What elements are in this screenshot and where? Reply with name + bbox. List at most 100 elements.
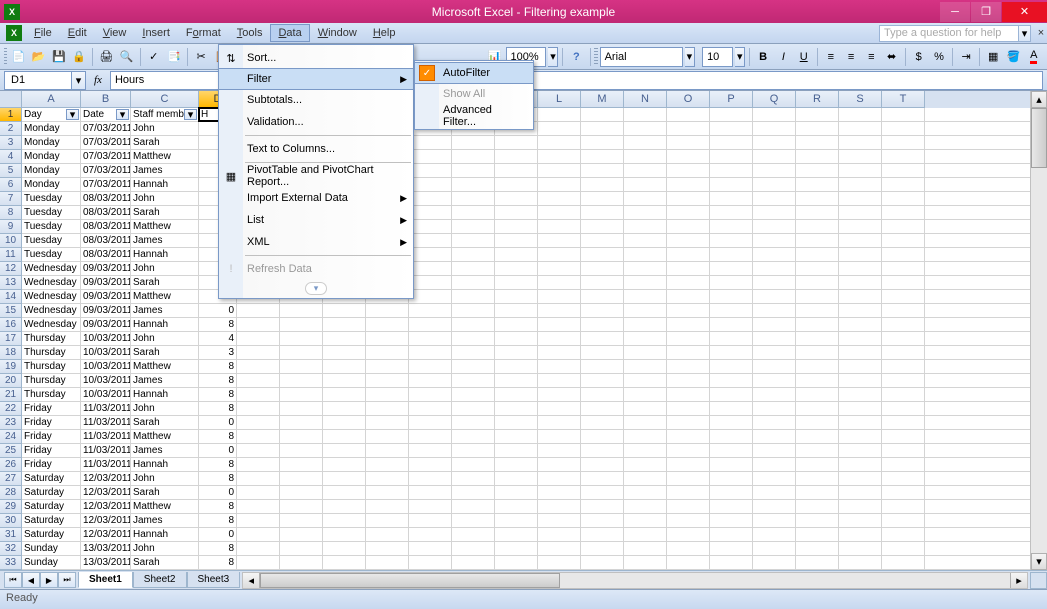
cell[interactable] [495,500,538,513]
cell[interactable]: Friday [22,416,81,429]
cell[interactable] [667,430,710,443]
cell[interactable]: 12/03/2011 [81,514,131,527]
cell[interactable] [753,150,796,163]
select-all-button[interactable] [0,91,22,108]
cell[interactable] [710,430,753,443]
cell[interactable] [366,444,409,457]
cell[interactable]: Thursday [22,388,81,401]
cell[interactable] [495,556,538,569]
cell[interactable] [667,486,710,499]
cell[interactable] [753,514,796,527]
cell[interactable]: 12/03/2011 [81,528,131,541]
cell[interactable] [538,514,581,527]
cell[interactable] [667,136,710,149]
row-header-30[interactable]: 30 [0,514,22,528]
cell[interactable] [667,500,710,513]
cell[interactable]: John [131,402,199,415]
cell[interactable] [796,514,839,527]
sheet-tab-sheet1[interactable]: Sheet1 [78,572,133,588]
cell[interactable]: 0 [199,486,237,499]
cell[interactable]: 11/03/2011 [81,430,131,443]
cell[interactable] [237,514,280,527]
row-header-17[interactable]: 17 [0,332,22,346]
cell[interactable]: Wednesday [22,318,81,331]
cell[interactable] [839,220,882,233]
cell[interactable] [624,430,667,443]
cell[interactable] [710,220,753,233]
header-cell[interactable]: Date▾ [81,108,131,121]
column-header-L[interactable]: L [538,91,581,108]
cell[interactable] [452,458,495,471]
cell[interactable] [624,388,667,401]
cell[interactable] [710,416,753,429]
cell[interactable] [667,248,710,261]
cell[interactable] [624,318,667,331]
row-header-7[interactable]: 7 [0,192,22,206]
cell[interactable]: 8 [199,430,237,443]
cell[interactable] [581,164,624,177]
cell[interactable] [667,318,710,331]
cell[interactable] [366,556,409,569]
cell[interactable] [839,402,882,415]
menu-item-subtotals[interactable]: Subtotals... [219,89,413,111]
cell[interactable]: Saturday [22,472,81,485]
cell[interactable] [538,164,581,177]
cell[interactable] [409,444,452,457]
row-header-32[interactable]: 32 [0,542,22,556]
cell[interactable] [237,500,280,513]
cell[interactable] [882,388,925,401]
cell[interactable] [839,346,882,359]
cell[interactable] [581,318,624,331]
cell[interactable] [538,528,581,541]
print-icon[interactable]: 🖨 [97,46,115,68]
cell[interactable] [753,192,796,205]
cell[interactable] [452,150,495,163]
cell[interactable] [667,472,710,485]
cell[interactable] [409,472,452,485]
cell[interactable] [237,402,280,415]
cell[interactable] [452,430,495,443]
cell[interactable]: Sunday [22,542,81,555]
column-header-M[interactable]: M [581,91,624,108]
cell[interactable] [624,192,667,205]
cell[interactable] [624,528,667,541]
column-header-P[interactable]: P [710,91,753,108]
cell[interactable] [796,276,839,289]
cell[interactable] [581,444,624,457]
cell[interactable] [366,514,409,527]
cell[interactable]: Wednesday [22,262,81,275]
cell[interactable] [409,206,452,219]
cell[interactable] [538,304,581,317]
cell[interactable] [237,388,280,401]
cell[interactable] [753,304,796,317]
cell[interactable] [710,234,753,247]
cell[interactable] [710,178,753,191]
cell[interactable] [710,262,753,275]
row-header-28[interactable]: 28 [0,486,22,500]
cell[interactable] [452,500,495,513]
cell[interactable] [796,444,839,457]
cell[interactable] [366,500,409,513]
cell[interactable] [538,542,581,555]
scroll-down-icon[interactable]: ▾ [1031,553,1047,570]
cell[interactable] [366,346,409,359]
cell[interactable]: 8 [199,388,237,401]
menu-edit[interactable]: Edit [60,24,95,42]
cell[interactable] [624,472,667,485]
cell[interactable] [710,360,753,373]
cell[interactable]: 08/03/2011 [81,234,131,247]
cell[interactable] [366,528,409,541]
cell[interactable] [753,122,796,135]
cell[interactable] [237,430,280,443]
cell[interactable] [796,500,839,513]
cell[interactable] [409,430,452,443]
cell[interactable] [323,444,366,457]
cell[interactable] [280,388,323,401]
cell[interactable]: Wednesday [22,276,81,289]
permission-icon[interactable]: 🔒 [70,46,88,68]
cell[interactable] [667,122,710,135]
cell[interactable] [409,500,452,513]
cell[interactable] [710,332,753,345]
cell[interactable] [323,402,366,415]
row-header-19[interactable]: 19 [0,360,22,374]
